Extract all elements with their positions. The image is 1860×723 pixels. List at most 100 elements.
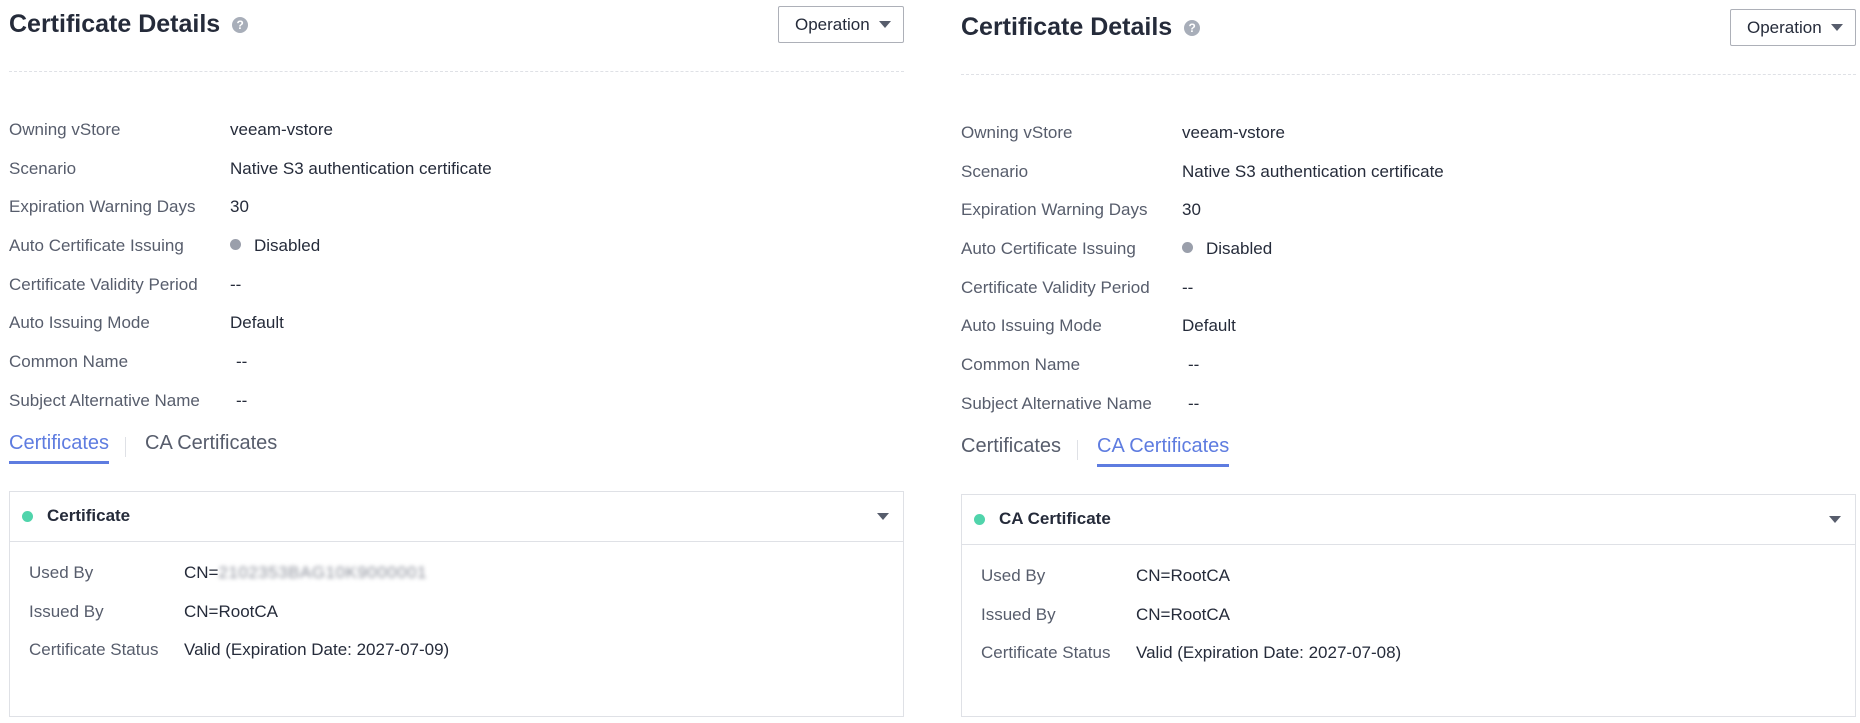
card-label: Certificate Status bbox=[29, 640, 159, 659]
prop-value: 30 bbox=[230, 197, 249, 217]
prop-label: Certificate Validity Period bbox=[9, 274, 198, 294]
prop-expiration-warning-days: Expiration Warning Days 30 bbox=[961, 194, 1661, 233]
prop-scenario: Scenario Native S3 authentication certif… bbox=[9, 153, 709, 192]
prop-owning-vstore: Owning vStore veeam-vstore bbox=[9, 114, 709, 153]
tab-certificates[interactable]: Certificates bbox=[9, 432, 110, 464]
prop-value: -- bbox=[1188, 393, 1200, 413]
prop-value: -- bbox=[1182, 277, 1194, 297]
prop-value: -- bbox=[236, 390, 248, 410]
prop-label: Subject Alternative Name bbox=[9, 390, 200, 410]
used-by-prefix: CN= bbox=[184, 563, 219, 582]
prop-label: Common Name bbox=[9, 352, 129, 372]
ca-certificate-card: CA Certificate Used By CN=RootCA Issued … bbox=[961, 494, 1856, 717]
card-label: Issued By bbox=[981, 604, 1056, 624]
page-title-text: Certificate Details bbox=[961, 13, 1173, 41]
tab-ca-certificates[interactable]: CA Certificates bbox=[145, 432, 277, 461]
page-title: Certificate Details? bbox=[961, 13, 1201, 42]
prop-common-name: Common Name -- bbox=[9, 346, 709, 385]
card-body: Used By CN=RootCA Issued By CN=RootCA Ce… bbox=[981, 560, 1681, 676]
prop-validity-period: Certificate Validity Period -- bbox=[9, 269, 709, 308]
prop-label: Scenario bbox=[9, 158, 77, 178]
prop-owning-vstore: Owning vStore veeam-vstore bbox=[961, 117, 1661, 156]
tab-separator bbox=[125, 437, 126, 457]
prop-subject-alt-name: Subject Alternative Name -- bbox=[9, 385, 709, 424]
prop-value: veeam-vstore bbox=[1182, 123, 1285, 142]
operation-button[interactable]: Operation bbox=[778, 6, 904, 43]
prop-label: Certificate Validity Period bbox=[961, 277, 1150, 297]
prop-label: Auto Issuing Mode bbox=[9, 313, 150, 333]
prop-value: Default bbox=[230, 313, 284, 333]
card-row-status: Certificate Status Valid (Expiration Dat… bbox=[981, 637, 1681, 676]
prop-value: -- bbox=[1188, 355, 1200, 375]
page-title: Certificate Details? bbox=[9, 10, 249, 39]
card-label: Issued By bbox=[29, 601, 104, 621]
prop-label: Auto Certificate Issuing bbox=[961, 239, 1136, 259]
status-dot-icon bbox=[1182, 242, 1193, 254]
card-header[interactable]: Certificate bbox=[10, 492, 903, 542]
tab-ca-certificates[interactable]: CA Certificates bbox=[1097, 435, 1230, 467]
help-icon[interactable]: ? bbox=[232, 17, 249, 33]
properties-list: Owning vStore veeam-vstore Scenario Nati… bbox=[9, 114, 709, 424]
tab-certificates[interactable]: Certificates bbox=[961, 435, 1061, 464]
certificate-card: Certificate Used By CN=2102353BAG10K9000… bbox=[9, 491, 904, 717]
chevron-down-icon[interactable] bbox=[877, 513, 889, 520]
status-dot-icon bbox=[230, 239, 241, 251]
divider bbox=[9, 71, 904, 72]
card-value: Valid (Expiration Date: 2027-07-08) bbox=[1136, 643, 1402, 662]
card-value: CN=2102353BAG10K9000001 bbox=[184, 563, 427, 583]
prop-label: Subject Alternative Name bbox=[961, 393, 1152, 413]
card-row-used-by: Used By CN=2102353BAG10K9000001 bbox=[29, 557, 729, 596]
card-value: Valid (Expiration Date: 2027-07-09) bbox=[184, 640, 450, 659]
chevron-down-icon[interactable] bbox=[1829, 516, 1841, 523]
tab-separator bbox=[1077, 440, 1078, 460]
chevron-down-icon bbox=[879, 21, 891, 28]
prop-subject-alt-name: Subject Alternative Name -- bbox=[961, 388, 1661, 427]
prop-label: Expiration Warning Days bbox=[961, 200, 1148, 220]
status-text: Disabled bbox=[1206, 239, 1273, 259]
prop-label: Owning vStore bbox=[961, 123, 1073, 142]
divider bbox=[961, 74, 1856, 75]
status-value: Disabled bbox=[230, 236, 320, 256]
chevron-down-icon bbox=[1831, 24, 1843, 31]
tabs: Certificates CA Certificates bbox=[9, 428, 609, 468]
status-text: Disabled bbox=[254, 236, 321, 256]
status-value: Disabled bbox=[1182, 239, 1272, 259]
title-row: Certificate Details? Operation bbox=[9, 6, 904, 46]
prop-auto-issuing: Auto Certificate Issuing Disabled bbox=[9, 230, 709, 269]
card-row-status: Certificate Status Valid (Expiration Dat… bbox=[29, 634, 729, 673]
prop-value: -- bbox=[230, 274, 242, 294]
help-icon[interactable]: ? bbox=[1184, 20, 1201, 36]
prop-validity-period: Certificate Validity Period -- bbox=[961, 272, 1661, 311]
card-row-issued-by: Issued By CN=RootCA bbox=[981, 599, 1681, 638]
prop-value: Native S3 authentication certificate bbox=[230, 158, 492, 178]
operation-button[interactable]: Operation bbox=[1730, 9, 1856, 46]
operation-label: Operation bbox=[1747, 17, 1822, 37]
card-value: CN=RootCA bbox=[1136, 604, 1231, 624]
card-header[interactable]: CA Certificate bbox=[962, 495, 1855, 545]
prop-label: Auto Issuing Mode bbox=[961, 316, 1102, 336]
card-title: CA Certificate bbox=[999, 509, 1111, 528]
prop-label: Common Name bbox=[961, 355, 1081, 375]
card-value: CN=RootCA bbox=[184, 601, 279, 621]
certificate-details-panel-left: Certificate Details? Operation Owning vS… bbox=[9, 0, 904, 720]
operation-label: Operation bbox=[795, 14, 870, 34]
prop-value: 30 bbox=[1182, 200, 1201, 220]
prop-value: Default bbox=[1182, 316, 1236, 336]
card-title: Certificate bbox=[47, 506, 131, 525]
prop-label: Owning vStore bbox=[9, 120, 121, 139]
prop-auto-issuing: Auto Certificate Issuing Disabled bbox=[961, 233, 1661, 272]
prop-scenario: Scenario Native S3 authentication certif… bbox=[961, 156, 1661, 195]
card-row-used-by: Used By CN=RootCA bbox=[981, 560, 1681, 599]
page-title-text: Certificate Details bbox=[9, 10, 221, 38]
prop-auto-issuing-mode: Auto Issuing Mode Default bbox=[9, 307, 709, 346]
properties-list: Owning vStore veeam-vstore Scenario Nati… bbox=[961, 117, 1661, 427]
status-dot-icon bbox=[22, 511, 33, 522]
card-label: Used By bbox=[29, 563, 94, 582]
prop-value: -- bbox=[236, 352, 248, 372]
card-label: Used By bbox=[981, 566, 1046, 585]
prop-label: Scenario bbox=[961, 161, 1029, 181]
prop-label: Auto Certificate Issuing bbox=[9, 236, 184, 256]
prop-auto-issuing-mode: Auto Issuing Mode Default bbox=[961, 310, 1661, 349]
title-row: Certificate Details? Operation bbox=[961, 9, 1856, 49]
card-body: Used By CN=2102353BAG10K9000001 Issued B… bbox=[29, 557, 729, 673]
